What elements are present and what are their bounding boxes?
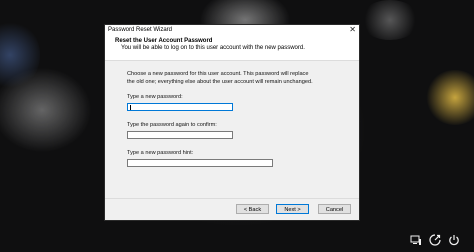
header-subtitle: You will be able to log on to this user … [121,45,305,51]
description-line-1: Choose a new password for this user acco… [127,71,309,77]
power-icon[interactable] [447,233,461,247]
background-bokeh-yellow [425,70,474,125]
wizard-content: Choose a new password for this user acco… [105,61,359,214]
title-bar: Password Reset Wizard ✕ [105,25,359,36]
window-title: Password Reset Wizard [108,27,173,33]
next-button[interactable]: Next > [276,204,309,214]
password-hint-field[interactable] [127,159,273,167]
text-caret [130,105,131,110]
confirm-password-label: Type the password again to confirm: [127,122,217,128]
new-password-label: Type a new password: [127,94,183,100]
password-reset-wizard-window: Password Reset Wizard ✕ Reset the User A… [104,24,360,221]
network-icon[interactable] [409,233,423,247]
header-title: Reset the User Account Password [115,38,213,44]
description: Choose a new password for this user acco… [127,71,337,86]
wizard-header: Reset the User Account Password You will… [105,36,359,60]
background-bokeh-white [360,0,420,40]
back-button[interactable]: < Back [236,204,269,214]
accessibility-icon[interactable] [428,233,442,247]
cancel-button[interactable]: Cancel [318,204,351,214]
close-icon[interactable]: ✕ [349,26,356,34]
description-line-2: the old one; everything else about the u… [127,78,313,85]
confirm-password-field[interactable] [127,131,233,139]
password-hint-label: Type a new password hint: [127,150,194,156]
new-password-field[interactable] [127,103,233,111]
background-bokeh-blue [0,20,40,90]
wizard-footer: < Back Next > Cancel [105,198,359,220]
